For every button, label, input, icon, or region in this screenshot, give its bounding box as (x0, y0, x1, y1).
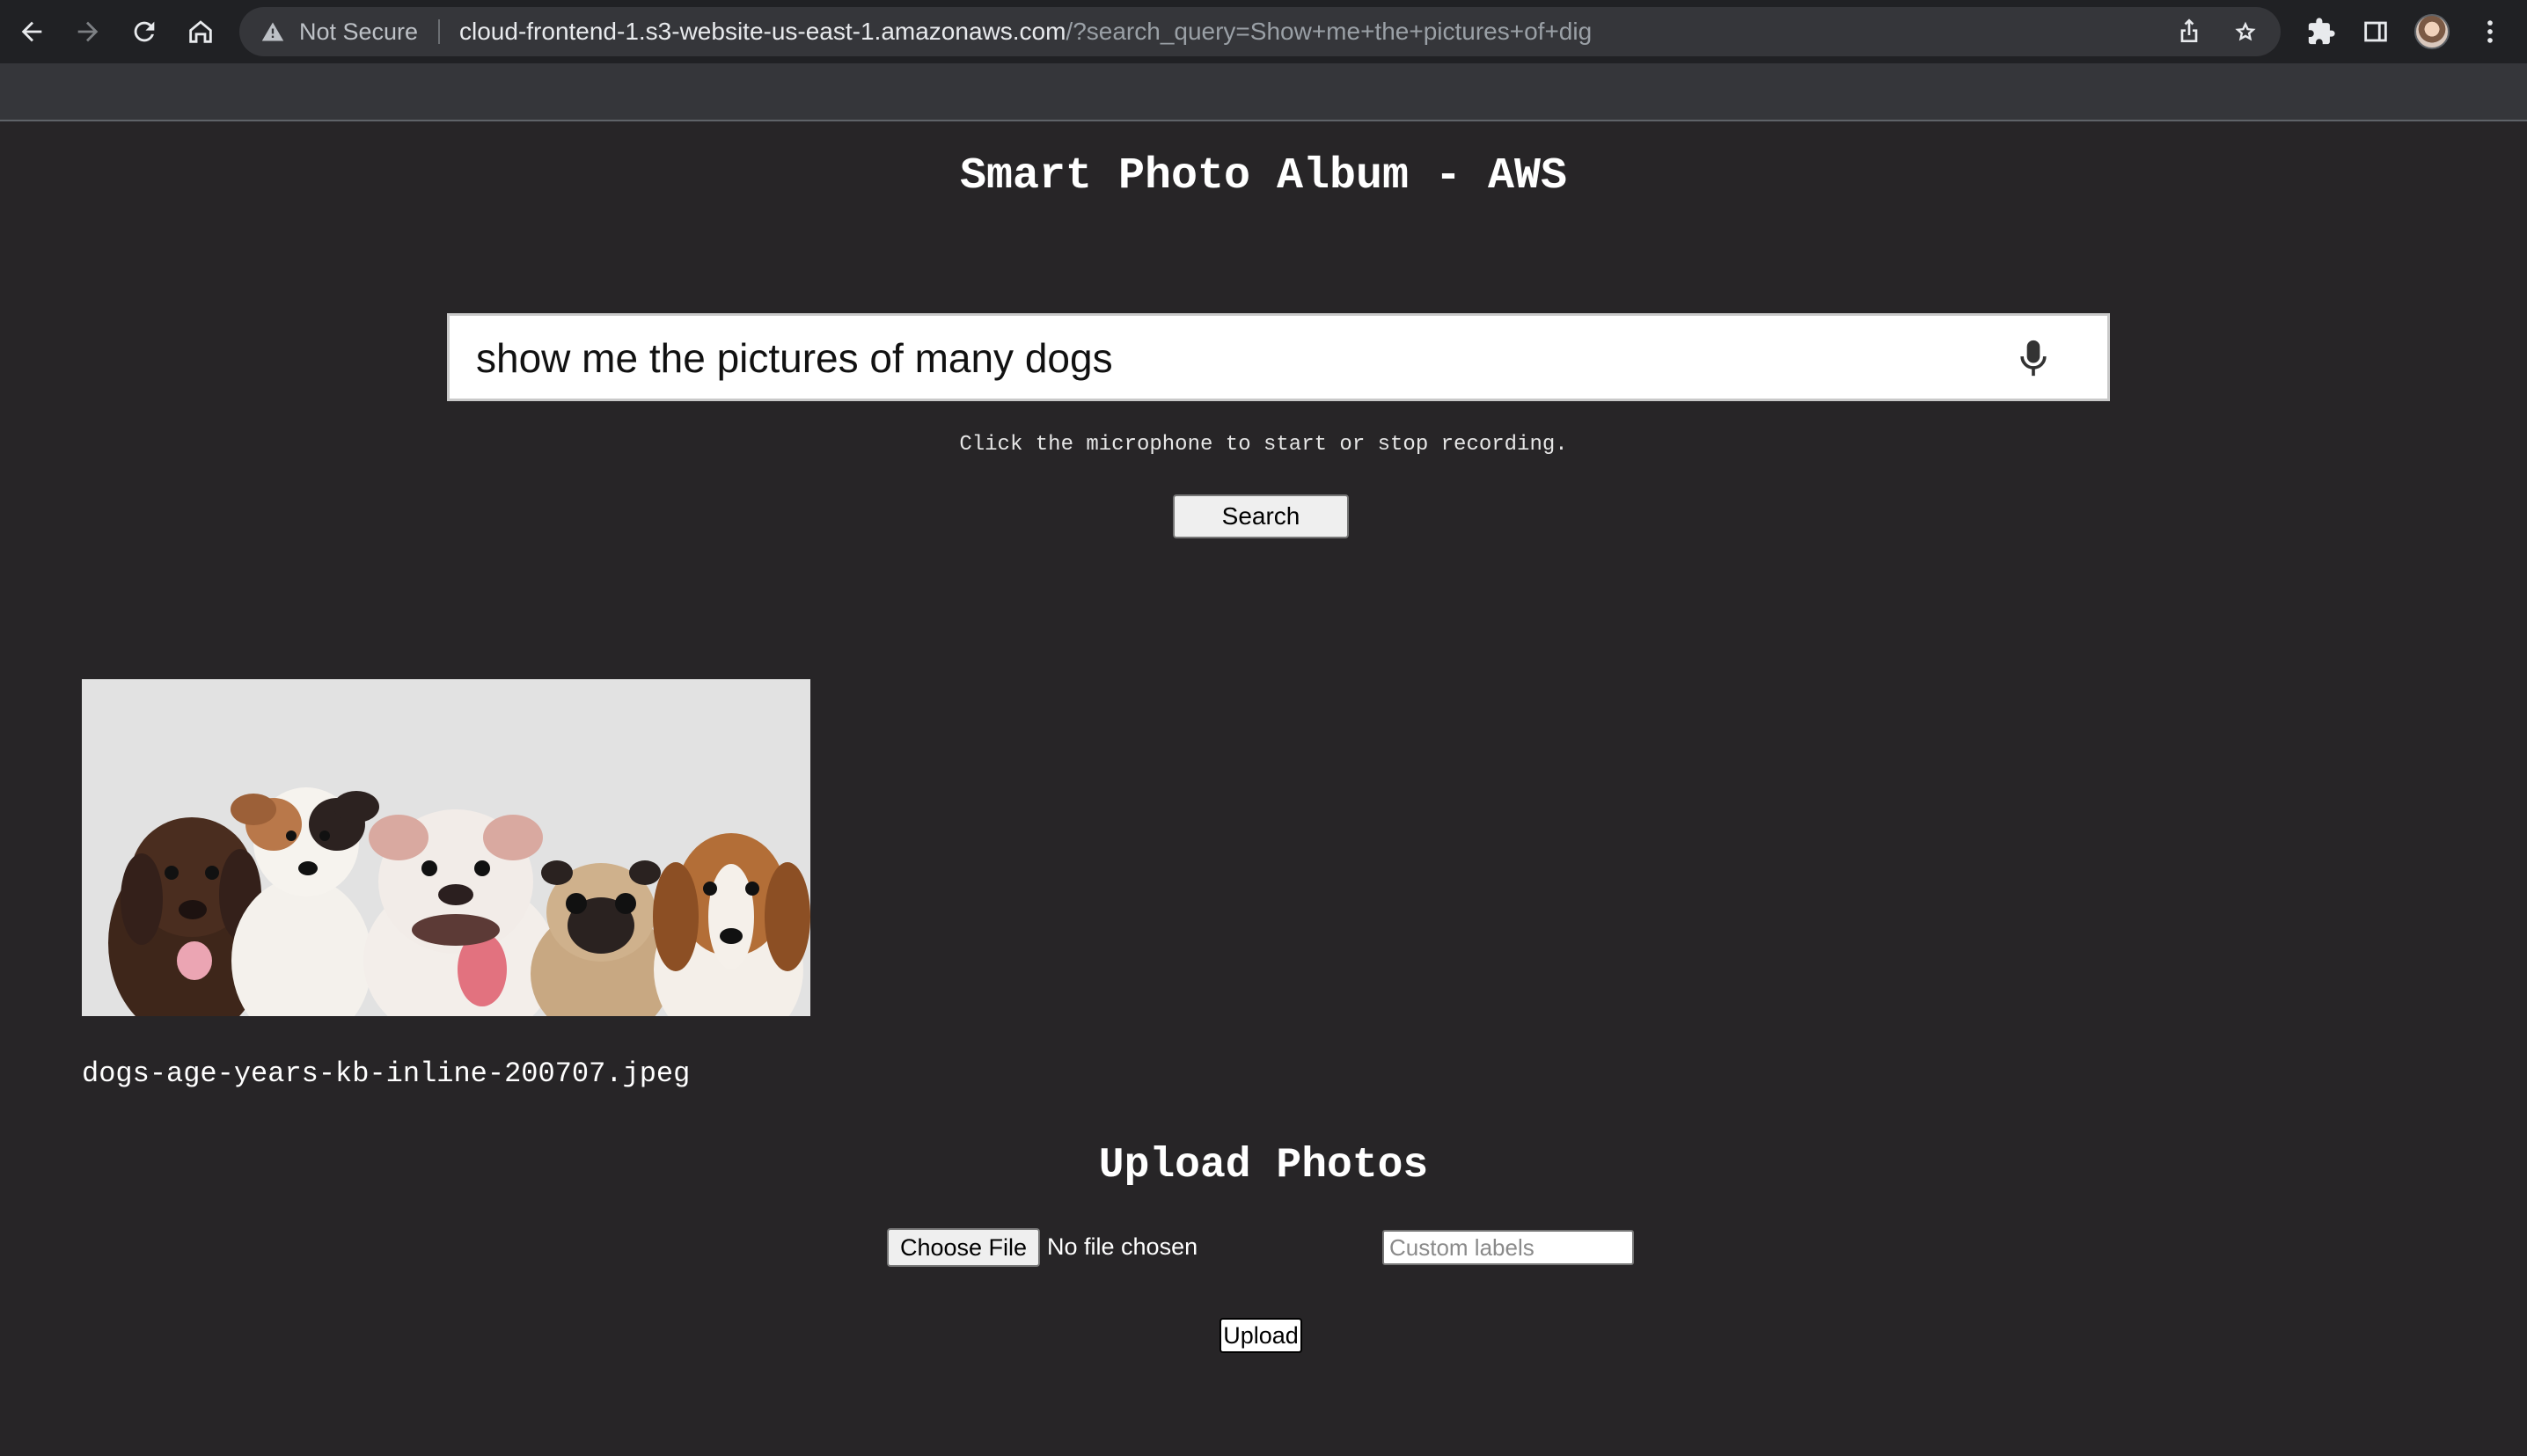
dogs-photo (82, 679, 810, 1016)
address-bar[interactable]: Not Secure cloud-frontend-1.s3-website-u… (239, 7, 2281, 56)
url-text[interactable]: cloud-frontend-1.s3-website-us-east-1.am… (459, 18, 1592, 46)
search-button[interactable]: Search (1173, 494, 1349, 538)
bookmarks-bar (0, 63, 2527, 121)
forward-icon[interactable] (67, 11, 109, 53)
security-label[interactable]: Not Secure (299, 18, 418, 46)
page-title: Smart Photo Album - AWS (959, 151, 1568, 201)
upload-title: Upload Photos (1098, 1142, 1429, 1189)
browser-toolbar: Not Secure cloud-frontend-1.s3-website-u… (0, 0, 2527, 63)
menu-icon[interactable] (2472, 14, 2508, 49)
star-icon[interactable] (2231, 18, 2260, 46)
share-icon[interactable] (2175, 18, 2203, 46)
url-host: cloud-frontend-1.s3-website-us-east-1.am… (459, 18, 1066, 45)
search-input[interactable] (476, 332, 1972, 384)
result-filename: dogs-age-years-kb-inline-200707.jpeg (82, 1057, 691, 1090)
side-panel-icon[interactable] (2358, 14, 2393, 49)
microphone-icon[interactable] (2016, 339, 2051, 377)
url-path: /?search_query=Show+me+the+pictures+of+d… (1066, 18, 1593, 45)
back-icon[interactable] (11, 11, 53, 53)
address-divider (438, 19, 440, 44)
home-icon[interactable] (179, 11, 222, 53)
warning-icon (261, 22, 284, 41)
search-box (447, 313, 2110, 401)
extensions-icon[interactable] (2304, 14, 2339, 49)
microphone-hint: Click the microphone to start or stop re… (959, 433, 1568, 457)
custom-labels-input[interactable] (1382, 1230, 1634, 1265)
reload-icon[interactable] (123, 11, 165, 53)
file-status: No file chosen (1047, 1233, 1198, 1260)
choose-file-button[interactable]: Choose File (887, 1228, 1040, 1267)
result-photo (82, 679, 810, 1016)
upload-button[interactable]: Upload (1220, 1318, 1302, 1353)
profile-avatar[interactable] (2414, 14, 2450, 49)
